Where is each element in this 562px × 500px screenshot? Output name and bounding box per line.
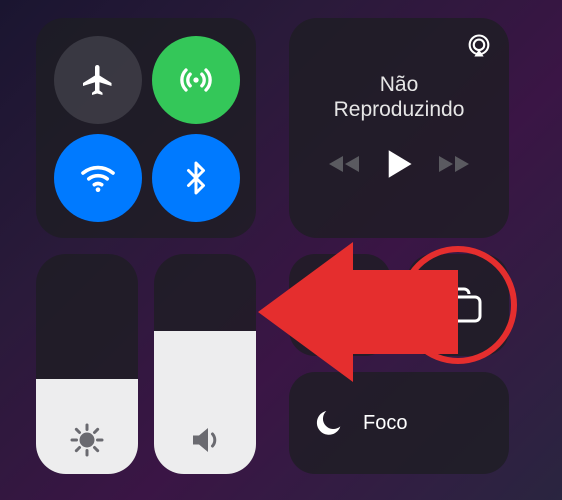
brightness-slider[interactable] [36,254,138,474]
volume-icon [187,422,223,458]
rotation-lock-icon [316,281,364,329]
screen-mirroring-button[interactable] [407,254,509,356]
focus-label: Foco [363,412,407,435]
bluetooth-icon [178,160,214,196]
sliders-group [36,254,256,474]
brightness-icon [69,422,105,458]
cellular-antenna-icon [176,60,216,100]
rotation-lock-button[interactable] [289,254,391,356]
connectivity-module [36,18,256,238]
bluetooth-button[interactable] [152,134,240,222]
airplay-icon[interactable] [465,32,493,60]
now-playing-line2: Reproduzindo [334,97,465,122]
cellular-data-button[interactable] [152,36,240,124]
previous-track-icon[interactable] [327,152,361,176]
airplane-mode-button[interactable] [54,36,142,124]
focus-button[interactable]: Foco [289,372,509,474]
airplane-icon [80,62,116,98]
now-playing-module: Não Reproduzindo [289,18,509,238]
wifi-button[interactable] [54,134,142,222]
next-track-icon[interactable] [437,152,471,176]
screen-mirroring-icon [432,285,484,325]
volume-slider[interactable] [154,254,256,474]
now-playing-line1: Não [334,72,465,97]
play-icon[interactable] [385,148,413,180]
now-playing-status: Não Reproduzindo [334,72,465,122]
wifi-icon [78,158,118,198]
utility-buttons-row [289,254,526,356]
moon-icon [313,407,345,439]
